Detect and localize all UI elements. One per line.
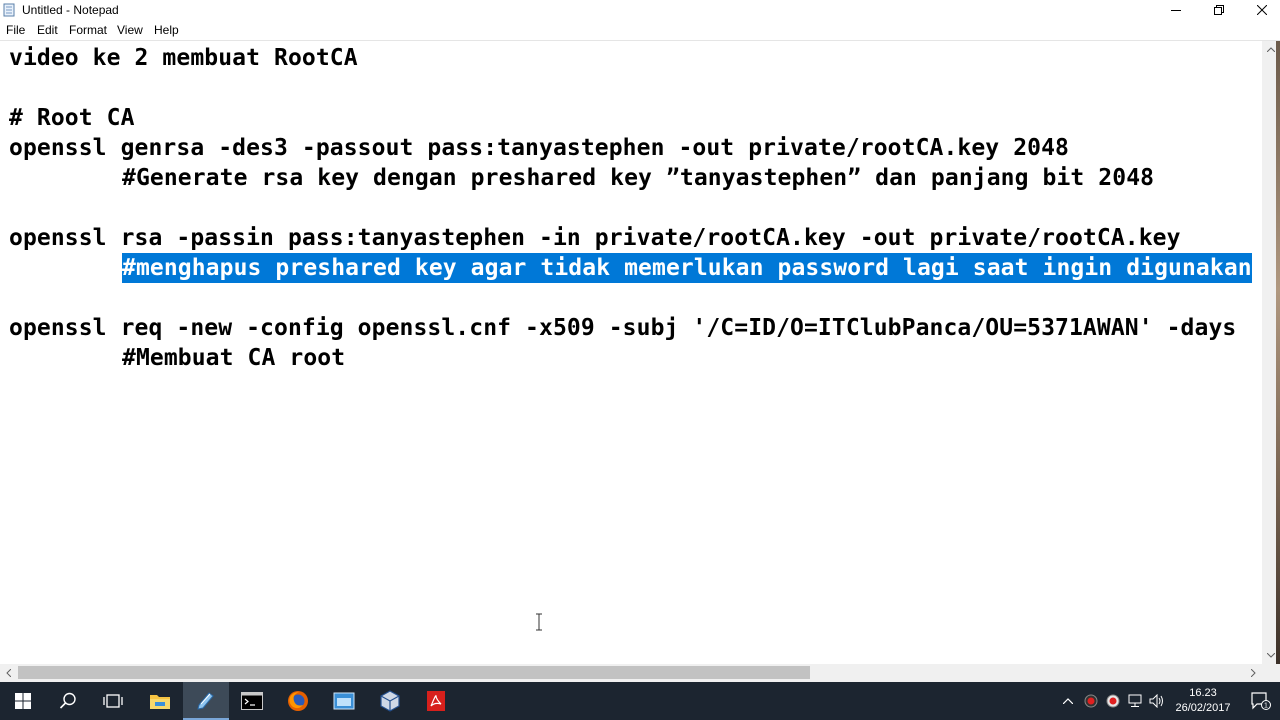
menu-format[interactable]: Format [69,23,107,37]
text-editor[interactable]: video ke 2 membuat RootCA # Root CA open… [0,41,1262,664]
tray-recorder-2[interactable] [1103,682,1123,720]
close-icon [1257,5,1267,15]
text-line: #Generate rsa key dengan preshared key ”… [122,165,1155,191]
minimize-icon [1171,10,1181,11]
windows-start-icon [15,693,31,709]
scroll-right-button[interactable] [1245,664,1262,682]
clock-date: 26/02/2017 [1175,702,1231,714]
record-icon [1106,694,1120,708]
maximize-button[interactable] [1197,0,1241,20]
chevron-left-icon [6,669,11,677]
virtualbox-icon [380,690,400,712]
text-line: openssl genrsa -des3 -passout pass:tanya… [9,135,1069,161]
clock-time: 16.23 [1189,687,1217,699]
taskbar-firefox[interactable] [275,682,321,720]
scrollbar-corner [1262,664,1280,682]
task-view-icon [103,694,123,708]
notification-icon: 1 [1251,692,1271,710]
record-icon [1084,694,1098,708]
text-cursor-icon [536,613,542,631]
desktop-background [1276,41,1280,664]
search-button[interactable] [45,682,91,720]
search-icon [59,692,76,709]
title-bar: Untitled - Notepad [0,0,1280,20]
system-clock[interactable]: 16.23 26/02/2017 [1172,686,1234,716]
text-line: openssl rsa -passin pass:tanyastephen -i… [9,225,1181,251]
chevron-up-icon [1063,698,1073,704]
menu-edit[interactable]: Edit [37,23,58,37]
menu-bar: File Edit Format View Help [0,20,1280,40]
scroll-left-button[interactable] [0,664,17,682]
menu-help[interactable]: Help [154,23,179,37]
menu-view[interactable]: View [117,23,143,37]
show-hidden-icons-button[interactable] [1059,682,1077,720]
horizontal-scrollbar[interactable] [0,664,1262,682]
notepad-icon [197,692,214,710]
firefox-icon [288,691,308,711]
tray-volume[interactable] [1147,682,1167,720]
taskbar-app-window[interactable] [321,682,367,720]
text-line: #Membuat CA root [122,345,346,371]
chevron-up-icon [1267,47,1275,52]
volume-icon [1149,694,1163,708]
taskbar-command-prompt[interactable] [229,682,275,720]
acrobat-icon [427,691,445,711]
horizontal-scroll-thumb[interactable] [18,666,810,679]
action-center-button[interactable]: 1 [1242,682,1280,720]
taskbar-acrobat[interactable] [413,682,459,720]
chevron-down-icon [1267,653,1275,658]
tray-recorder[interactable] [1081,682,1101,720]
notification-count: 1 [1264,703,1268,710]
text-line: video ke 2 membuat RootCA [9,45,358,71]
text-line: # Root CA [9,105,135,131]
taskbar: 16.23 26/02/2017 1 [0,682,1280,720]
menu-file[interactable]: File [6,23,25,37]
start-button[interactable] [0,682,46,720]
close-button[interactable] [1240,0,1280,20]
task-view-button[interactable] [90,682,136,720]
window-title: Untitled - Notepad [22,3,119,17]
chevron-right-icon [1251,669,1256,677]
maximize-icon [1214,5,1224,15]
taskbar-file-explorer[interactable] [137,682,183,720]
file-explorer-icon [150,695,170,709]
command-prompt-icon [241,692,263,710]
notepad-icon [3,3,15,17]
selected-text-line: #menghapus preshared key agar tidak meme… [122,253,1252,283]
app-window-icon [333,692,355,710]
taskbar-virtualbox[interactable] [367,682,413,720]
taskbar-notepad[interactable] [183,682,229,720]
network-icon [1128,694,1142,707]
tray-network[interactable] [1125,682,1145,720]
minimize-button[interactable] [1154,0,1198,20]
text-line: openssl req -new -config openssl.cnf -x5… [9,315,1237,341]
